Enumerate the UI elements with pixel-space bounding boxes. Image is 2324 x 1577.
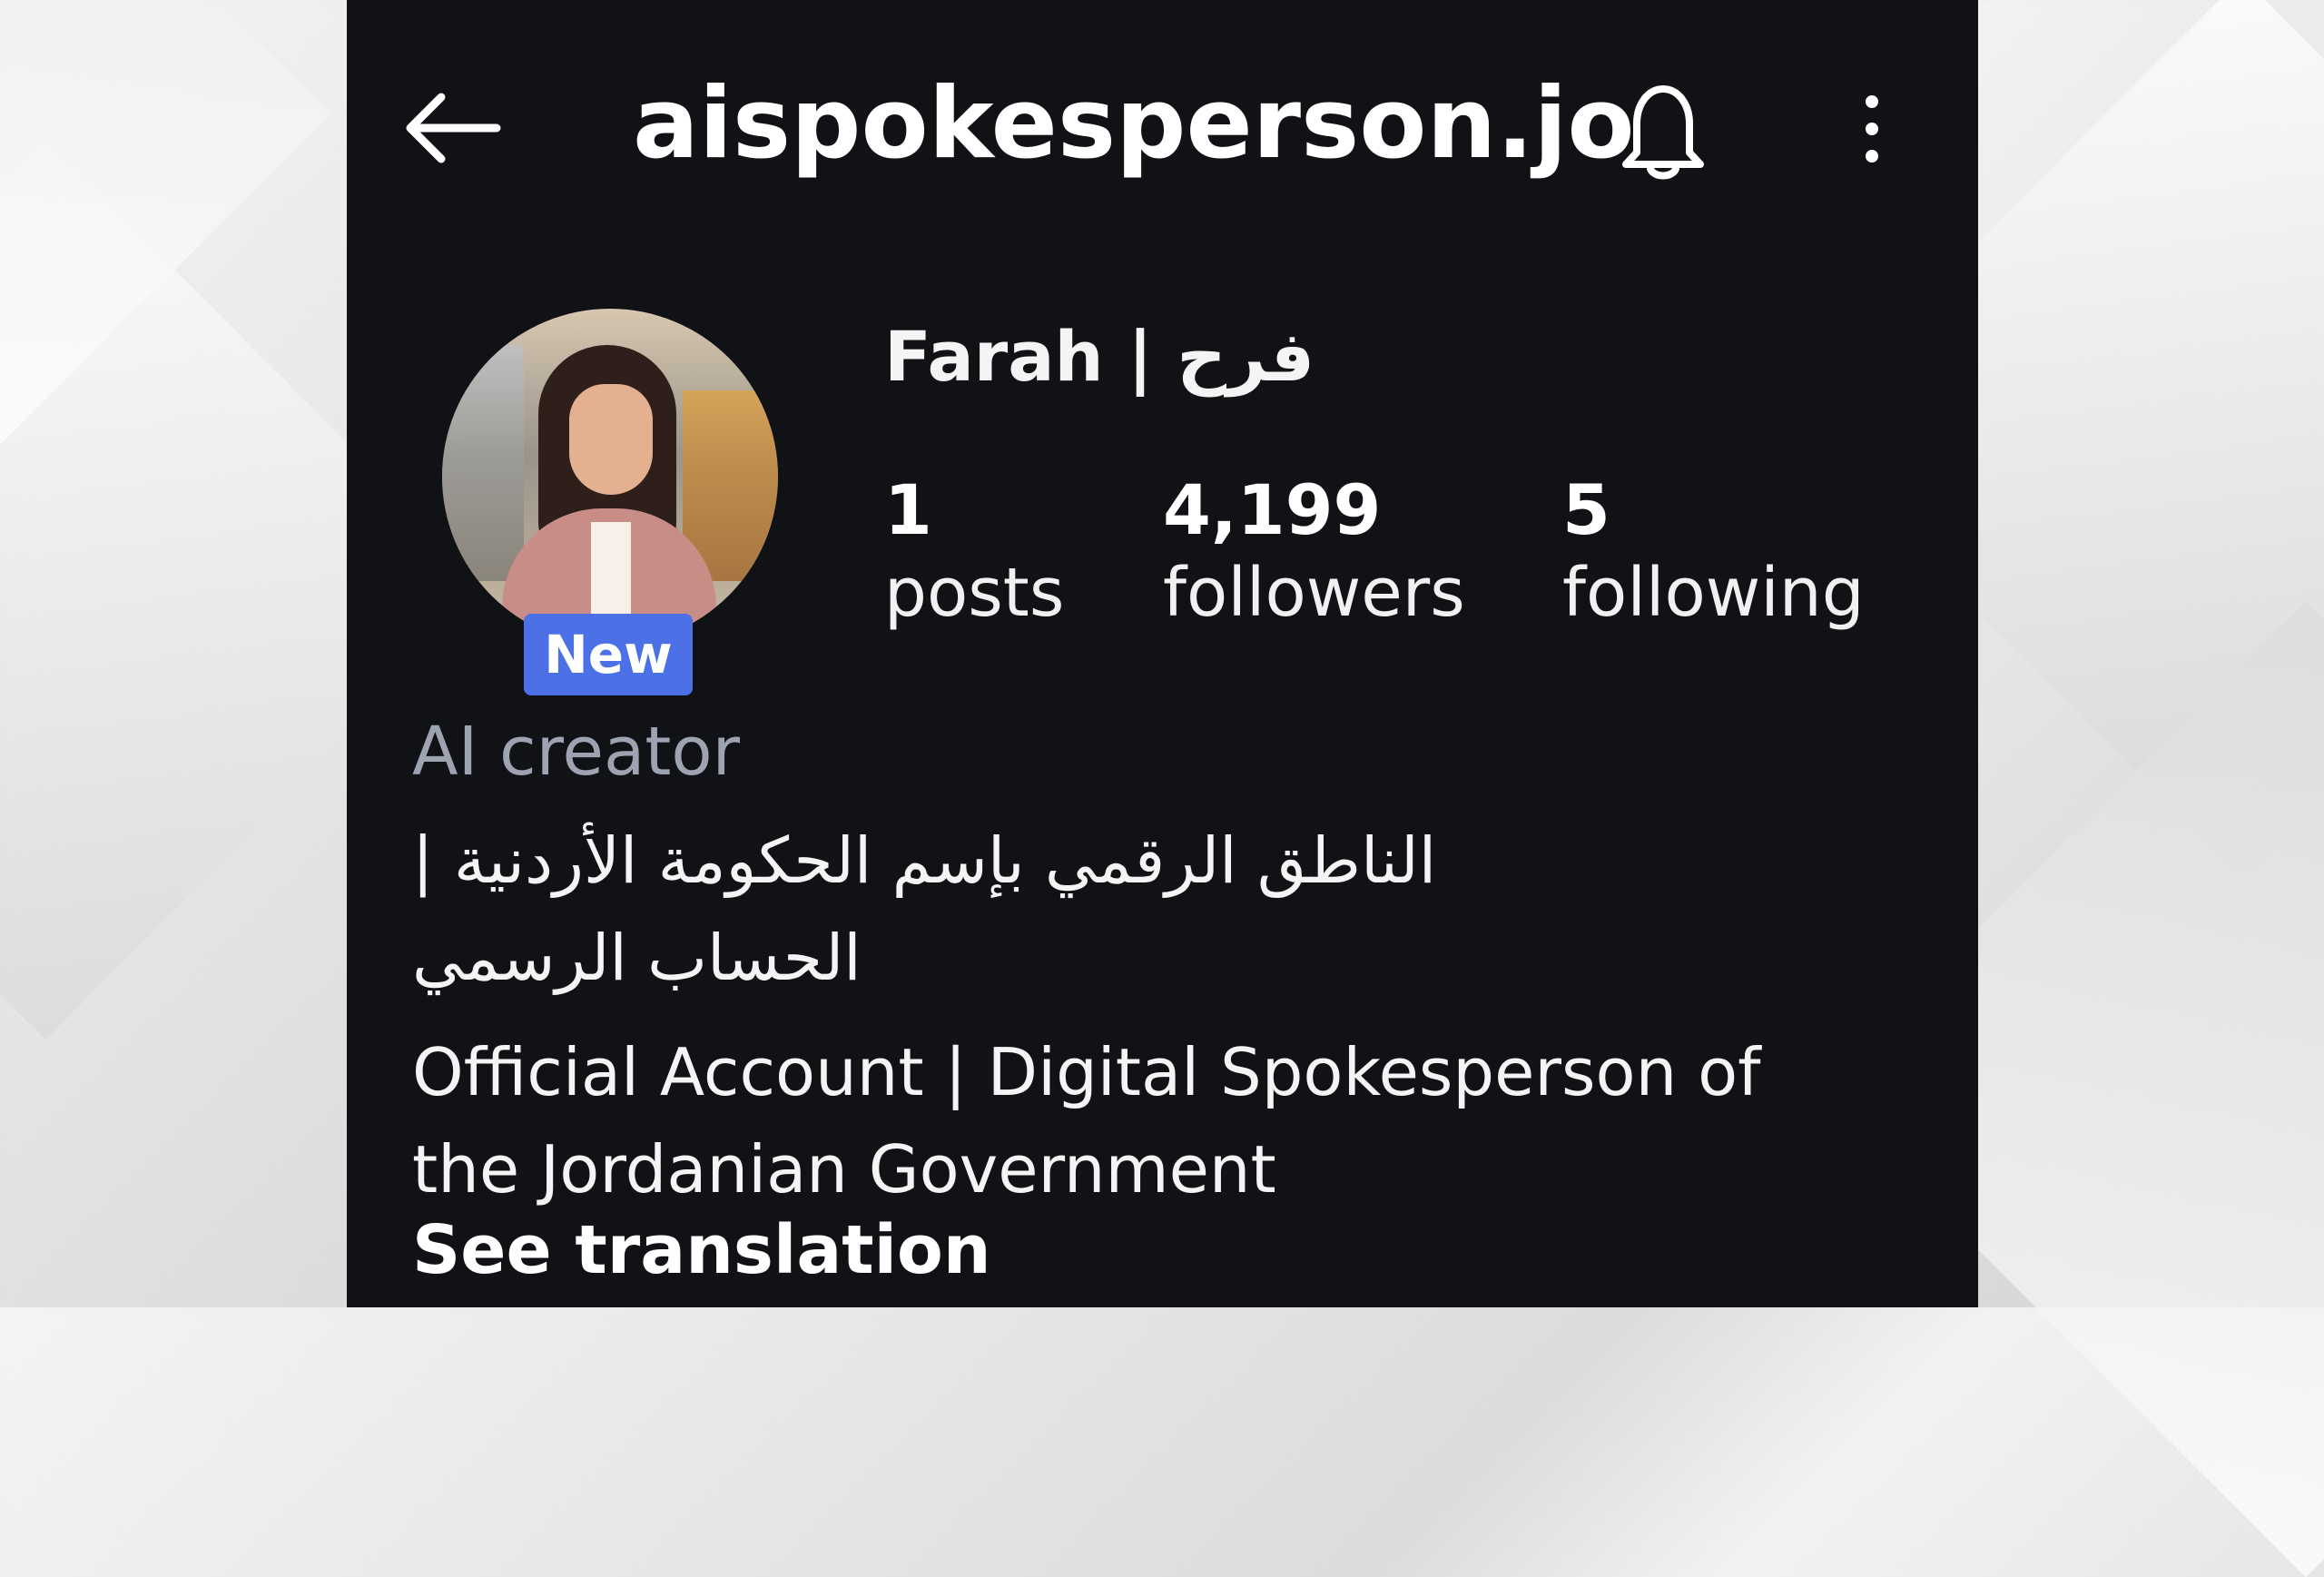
followers-label: followers <box>1163 553 1465 632</box>
new-badge: New <box>524 614 693 695</box>
followers-stat[interactable]: 4,199 followers <box>1163 474 1465 640</box>
avatar-background-left <box>442 345 524 581</box>
more-vertical-icon <box>1866 95 1878 163</box>
display-name: Farah | فرح <box>884 316 1315 397</box>
following-count: 5 <box>1562 469 1610 550</box>
instagram-profile-screen: aispokesperson.jo New Farah | فرح 1 post… <box>347 0 1978 1307</box>
bio-arabic: الناطق الرقمي بإسم الحكومة الأردنية | ال… <box>412 823 1437 996</box>
bell-icon <box>1622 84 1704 179</box>
profile-category: AI creator <box>412 713 741 791</box>
avatar-shirt <box>591 522 631 622</box>
profile-header: aispokesperson.jo <box>347 0 1978 263</box>
see-translation-link[interactable]: See translation <box>412 1211 991 1289</box>
back-button[interactable] <box>394 78 507 178</box>
following-label: following <box>1562 553 1865 632</box>
posts-stat[interactable]: 1 posts <box>884 474 1064 640</box>
profile-avatar-container[interactable]: New <box>442 309 783 695</box>
avatar[interactable] <box>442 309 778 645</box>
following-stat[interactable]: 5 following <box>1562 474 1865 640</box>
bio-english: Official Account | Digital Spokesperson … <box>412 1034 1761 1207</box>
posts-label: posts <box>884 553 1065 632</box>
more-options-button[interactable] <box>1836 74 1908 183</box>
posts-count: 1 <box>884 469 932 550</box>
background-shape-left-top <box>0 0 331 531</box>
avatar-face <box>569 384 653 495</box>
back-arrow-icon <box>406 93 500 163</box>
followers-count: 4,199 <box>1163 469 1382 550</box>
profile-stats: 1 posts 4,199 followers 5 following <box>884 474 1910 674</box>
notifications-button[interactable] <box>1595 65 1731 192</box>
profile-handle: aispokesperson.jo <box>633 67 1635 181</box>
